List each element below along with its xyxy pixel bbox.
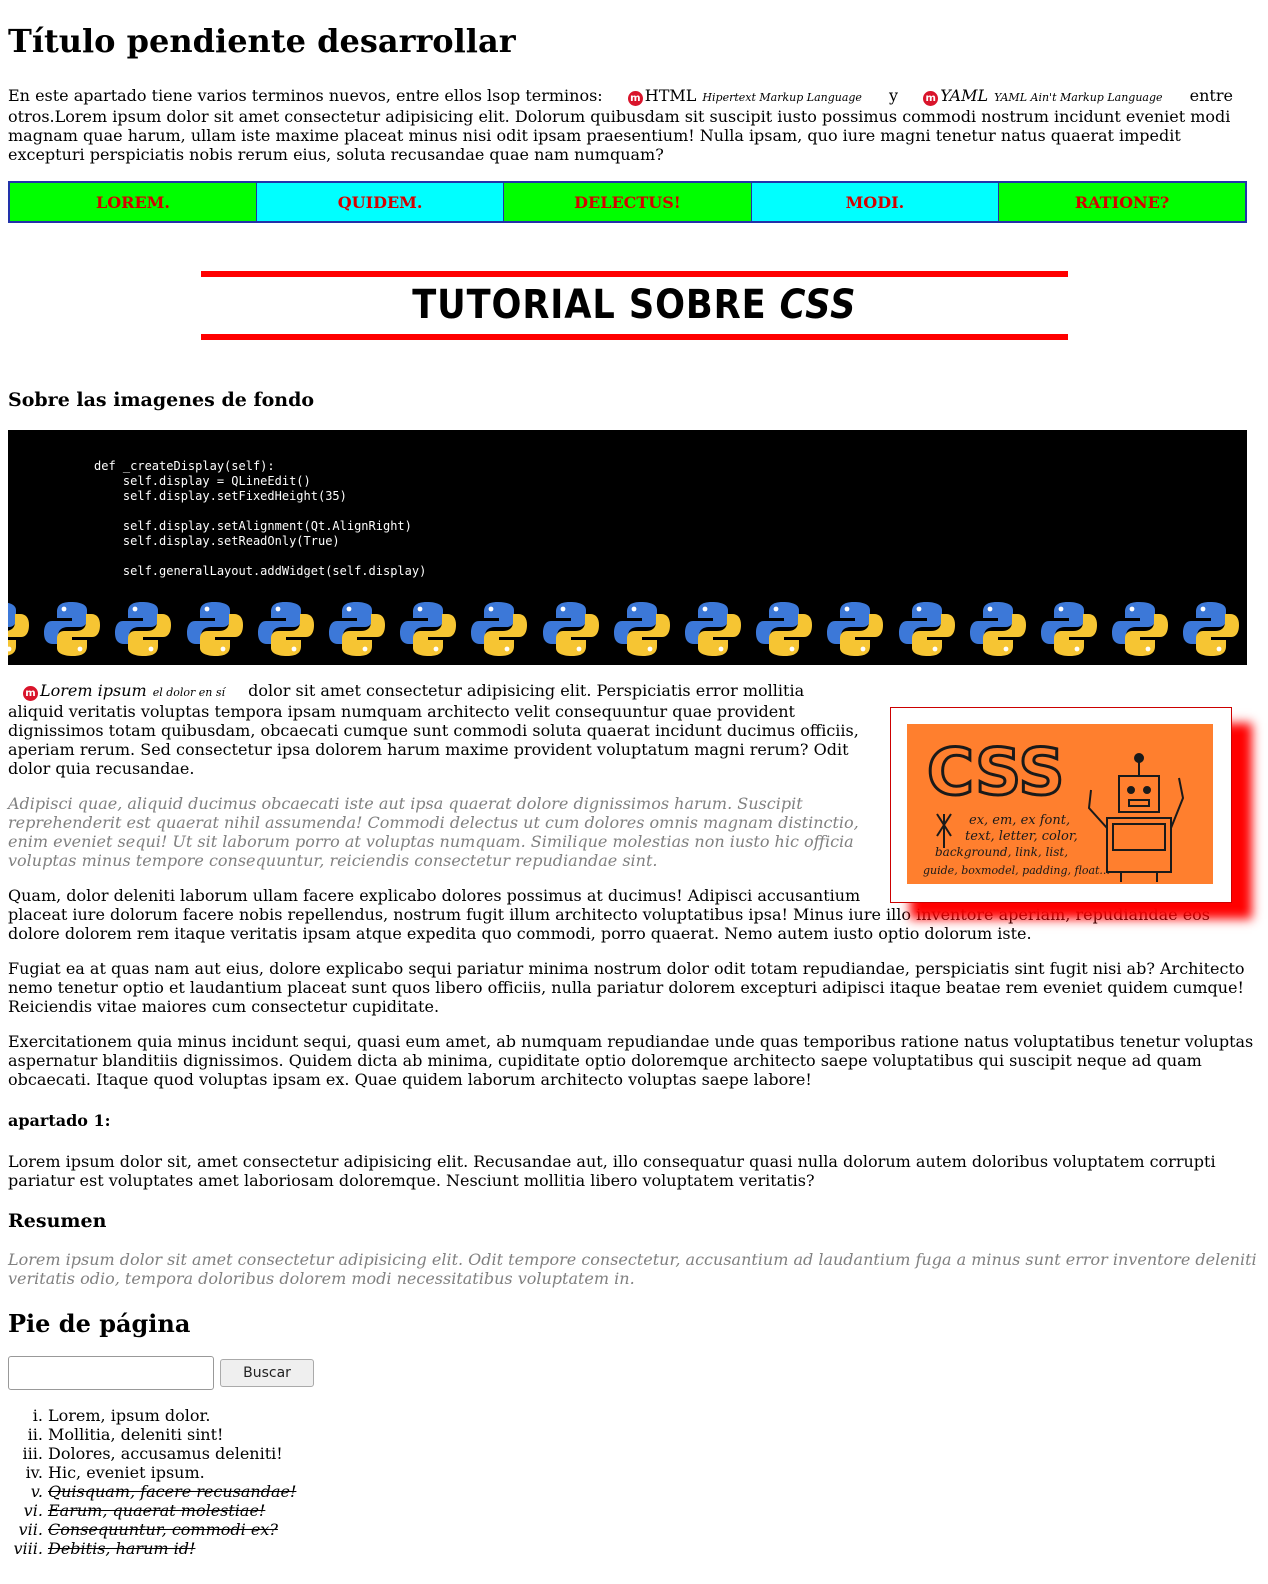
banner-text: TUTORIAL SOBRE (411, 282, 767, 328)
python-logo-strip (8, 600, 1247, 658)
python-logo-icon (685, 602, 741, 656)
term-yaml-def: YAML Ain't Markup Language (994, 91, 1163, 104)
python-logo-icon (969, 602, 1026, 656)
apartado-heading: apartado 1: (8, 1111, 111, 1130)
term-lorem-ipsum: m Lorem ipsum el dolor en sí (8, 681, 243, 702)
python-logo-icon (1112, 602, 1169, 656)
intro-paragraph: En este apartado tiene varios terminos n… (8, 86, 1260, 164)
intro-text-before: En este apartado tiene varios terminos n… (8, 86, 603, 105)
resumen-heading: Resumen (8, 1210, 107, 1232)
list-item: Hic, eveniet ipsum. (48, 1463, 1260, 1482)
nav-item-modi[interactable]: MODI. (750, 181, 1000, 223)
list-item: Lorem, ipsum dolor. (48, 1406, 1260, 1425)
css-figure: CSS ex, em, ex font, text, letter, color… (890, 707, 1232, 903)
term-html-def: Hipertext Markup Language (702, 91, 862, 104)
nav-item-quidem[interactable]: QUIDEM. (255, 181, 505, 223)
python-logo-icon (1183, 602, 1240, 656)
nav-item-ratione[interactable]: RATIONE? (998, 181, 1247, 223)
css-robot-image: CSS ex, em, ex font, text, letter, color… (907, 724, 1213, 884)
nav-table: LOREM. QUIDEM. DELECTUS! MODI. RATIONE? (8, 181, 1247, 223)
banner-title: TUTORIAL SOBRE CSS (412, 285, 856, 325)
list-item: Dolores, accusamus deleniti! (48, 1444, 1260, 1463)
figure-line-4: guide, boxmodel, padding, float... (923, 864, 1110, 877)
python-logo-icon (329, 602, 385, 656)
list-item: Debitis, harum id! (48, 1539, 1260, 1558)
banner-css-word: CSS (779, 282, 857, 328)
list-item: Earum, quaerat molestiae! (48, 1501, 1260, 1520)
python-logo-icon (756, 602, 813, 656)
css-robot-drawing: CSS ex, em, ex font, text, letter, color… (923, 735, 1185, 882)
article-paragraph-4: Fugiat ea at quas nam aut eius, dolore e… (8, 959, 1245, 1016)
lead-term-text: Lorem ipsum (40, 681, 147, 700)
footer-list: Lorem, ipsum dolor.Mollitia, deleniti si… (8, 1406, 1260, 1558)
term-yaml: m YAML YAML Ain't Markup Language (903, 86, 1184, 107)
page-title: Título pendiente desarrollar (8, 22, 516, 60)
term-html-abbr: HTML (644, 86, 697, 105)
page: Título pendiente desarrollar En este apa… (0, 22, 1268, 1558)
search-input[interactable] (8, 1356, 214, 1390)
python-logo-icon (115, 602, 172, 656)
apartado-text: Lorem ipsum dolor sit, amet consectetur … (8, 1152, 1216, 1190)
tutorial-banner: TUTORIAL SOBRE CSS (200, 271, 1068, 340)
lead-term-def: el dolor en sí (152, 686, 226, 699)
medium-circle-icon: m (23, 686, 38, 701)
figure-line-3: background, link, list, (935, 845, 1068, 859)
medium-circle-icon: m (923, 91, 939, 106)
footer-heading: Pie de página (8, 1309, 191, 1338)
python-logo-icon (542, 602, 599, 656)
figure-line-2: text, letter, color, (965, 829, 1078, 844)
python-logo-icon (44, 602, 101, 656)
python-logo-icon (400, 602, 457, 656)
list-item: Mollitia, deleniti sint! (48, 1425, 1260, 1444)
python-logo-icon (471, 602, 528, 656)
section-heading: Sobre las imagenes de fondo (8, 389, 315, 411)
python-logo-icon (186, 602, 243, 656)
list-item: Consequuntur, commodi ex? (48, 1520, 1260, 1539)
python-logo-icon (257, 602, 314, 656)
article: CSS ex, em, ex font, text, letter, color… (8, 681, 1260, 1089)
figure-css-word: CSS (927, 736, 1064, 810)
python-logo-icon (613, 602, 670, 656)
python-logo-icon (827, 602, 884, 656)
search-button[interactable]: Buscar (220, 1359, 314, 1387)
article-paragraph-5: Exercitationem quia minus incidunt sequi… (8, 1032, 1254, 1089)
nav-item-lorem[interactable]: LOREM. (8, 181, 257, 223)
resumen-text: Lorem ipsum dolor sit amet consectetur a… (8, 1250, 1257, 1288)
code-background-block: def _createDisplay(self): self.display =… (8, 430, 1247, 665)
medium-circle-icon: m (627, 91, 643, 106)
code-snippet: def _createDisplay(self): self.display =… (94, 459, 427, 578)
intro-conj: y (889, 86, 899, 105)
list-item: Quisquam, facere recusandae! (48, 1482, 1260, 1501)
term-yaml-abbr: YAML (940, 86, 989, 105)
python-logo-icon (898, 602, 955, 656)
nav-item-delectus[interactable]: DELECTUS! (503, 181, 752, 223)
figure-line-1: ex, em, ex font, (969, 813, 1070, 828)
term-html: m HTML Hipertext Markup Language (608, 86, 884, 107)
python-logo-icon (1041, 602, 1097, 656)
python-logo-icon (8, 602, 29, 656)
search-form: Buscar (8, 1356, 1260, 1390)
